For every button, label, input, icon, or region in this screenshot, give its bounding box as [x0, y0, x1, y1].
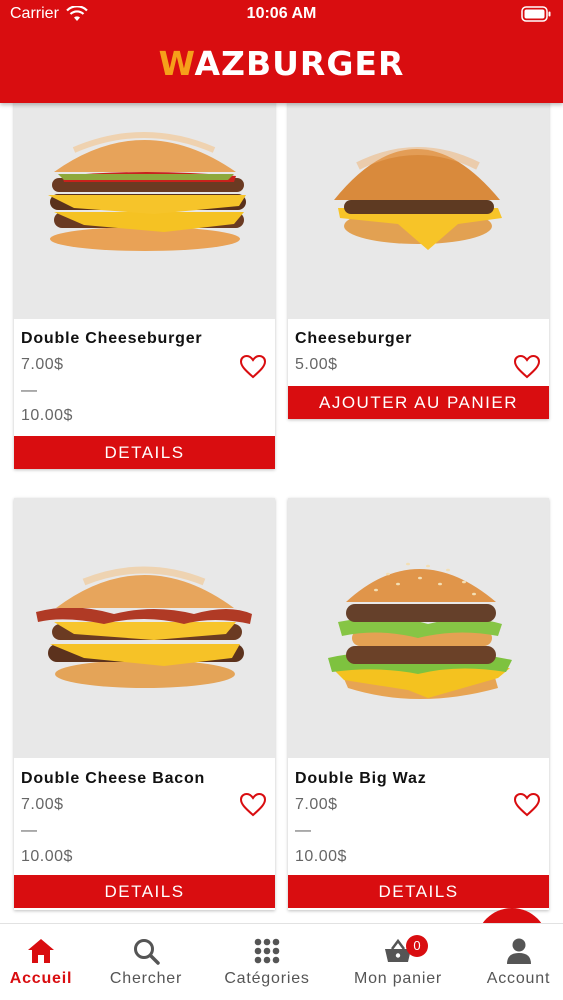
product-grid: Double Cheeseburger 7.00$ — 10.00$ DETAI… [0, 103, 563, 923]
heart-outline-icon[interactable] [239, 354, 267, 380]
product-price: 7.00$ [21, 356, 64, 373]
product-image[interactable] [14, 103, 275, 319]
tab-accueil[interactable]: Accueil [0, 924, 82, 1000]
burger-image [36, 566, 252, 688]
add-to-cart-button[interactable]: AJOUTER AU PANIER [288, 386, 549, 419]
burger-image [48, 132, 246, 251]
product-image[interactable] [288, 498, 549, 758]
bottom-tab-bar: Accueil Chercher Catégories 0 Mon panier [0, 923, 563, 1000]
product-name[interactable]: Double Cheeseburger [21, 330, 202, 348]
battery-icon [521, 6, 551, 22]
product-price-max: 10.00$ [21, 407, 73, 424]
product-card[interactable]: Double Big Waz 7.00$ — 10.00$ DETAILS [288, 498, 549, 910]
burger-image [328, 562, 512, 699]
product-name[interactable]: Double Big Waz [295, 770, 427, 788]
app-logo: WAZBURGER [158, 44, 405, 83]
details-button[interactable]: DETAILS [14, 875, 275, 908]
details-button[interactable]: DETAILS [14, 436, 275, 469]
heart-outline-icon[interactable] [513, 792, 541, 818]
cart-count-badge: 0 [406, 935, 428, 957]
price-separator: — [295, 822, 311, 839]
tab-categories[interactable]: Catégories [212, 924, 322, 1000]
app-header: Carrier 10:06 AM WAZBURGER [0, 0, 563, 103]
tab-label: Accueil [9, 970, 73, 987]
product-card[interactable]: Double Cheese Bacon 7.00$ — 10.00$ DETAI… [14, 498, 275, 910]
tab-label: Account [486, 970, 551, 987]
home-icon [28, 939, 54, 963]
price-separator: — [21, 822, 37, 839]
status-bar: Carrier 10:06 AM [0, 0, 563, 30]
product-image[interactable] [14, 498, 275, 758]
product-price-max: 10.00$ [21, 848, 73, 865]
grid-icon [254, 938, 280, 964]
heart-outline-icon[interactable] [513, 354, 541, 380]
search-icon [134, 939, 160, 965]
price-separator: — [21, 382, 37, 399]
product-price: 7.00$ [295, 796, 338, 813]
tab-mon-panier[interactable]: 0 Mon panier [342, 924, 454, 1000]
heart-outline-icon[interactable] [239, 792, 267, 818]
product-card[interactable]: Cheeseburger 5.00$ AJOUTER AU PANIER [288, 103, 549, 419]
product-card[interactable]: Double Cheeseburger 7.00$ — 10.00$ DETAI… [14, 103, 275, 469]
product-name[interactable]: Cheeseburger [295, 330, 412, 348]
details-button[interactable]: DETAILS [288, 875, 549, 908]
user-icon [506, 938, 531, 964]
tab-account[interactable]: Account [474, 924, 563, 1000]
product-price: 7.00$ [21, 796, 64, 813]
product-image[interactable] [288, 103, 549, 319]
product-name[interactable]: Double Cheese Bacon [21, 770, 205, 788]
tab-label: Mon panier [353, 970, 443, 987]
burger-image [334, 147, 502, 250]
tab-label: Catégories [224, 970, 310, 987]
tab-chercher[interactable]: Chercher [100, 924, 192, 1000]
product-price-max: 10.00$ [295, 848, 347, 865]
clock: 10:06 AM [246, 5, 317, 22]
tab-label: Chercher [109, 970, 183, 987]
product-price: 5.00$ [295, 356, 338, 373]
